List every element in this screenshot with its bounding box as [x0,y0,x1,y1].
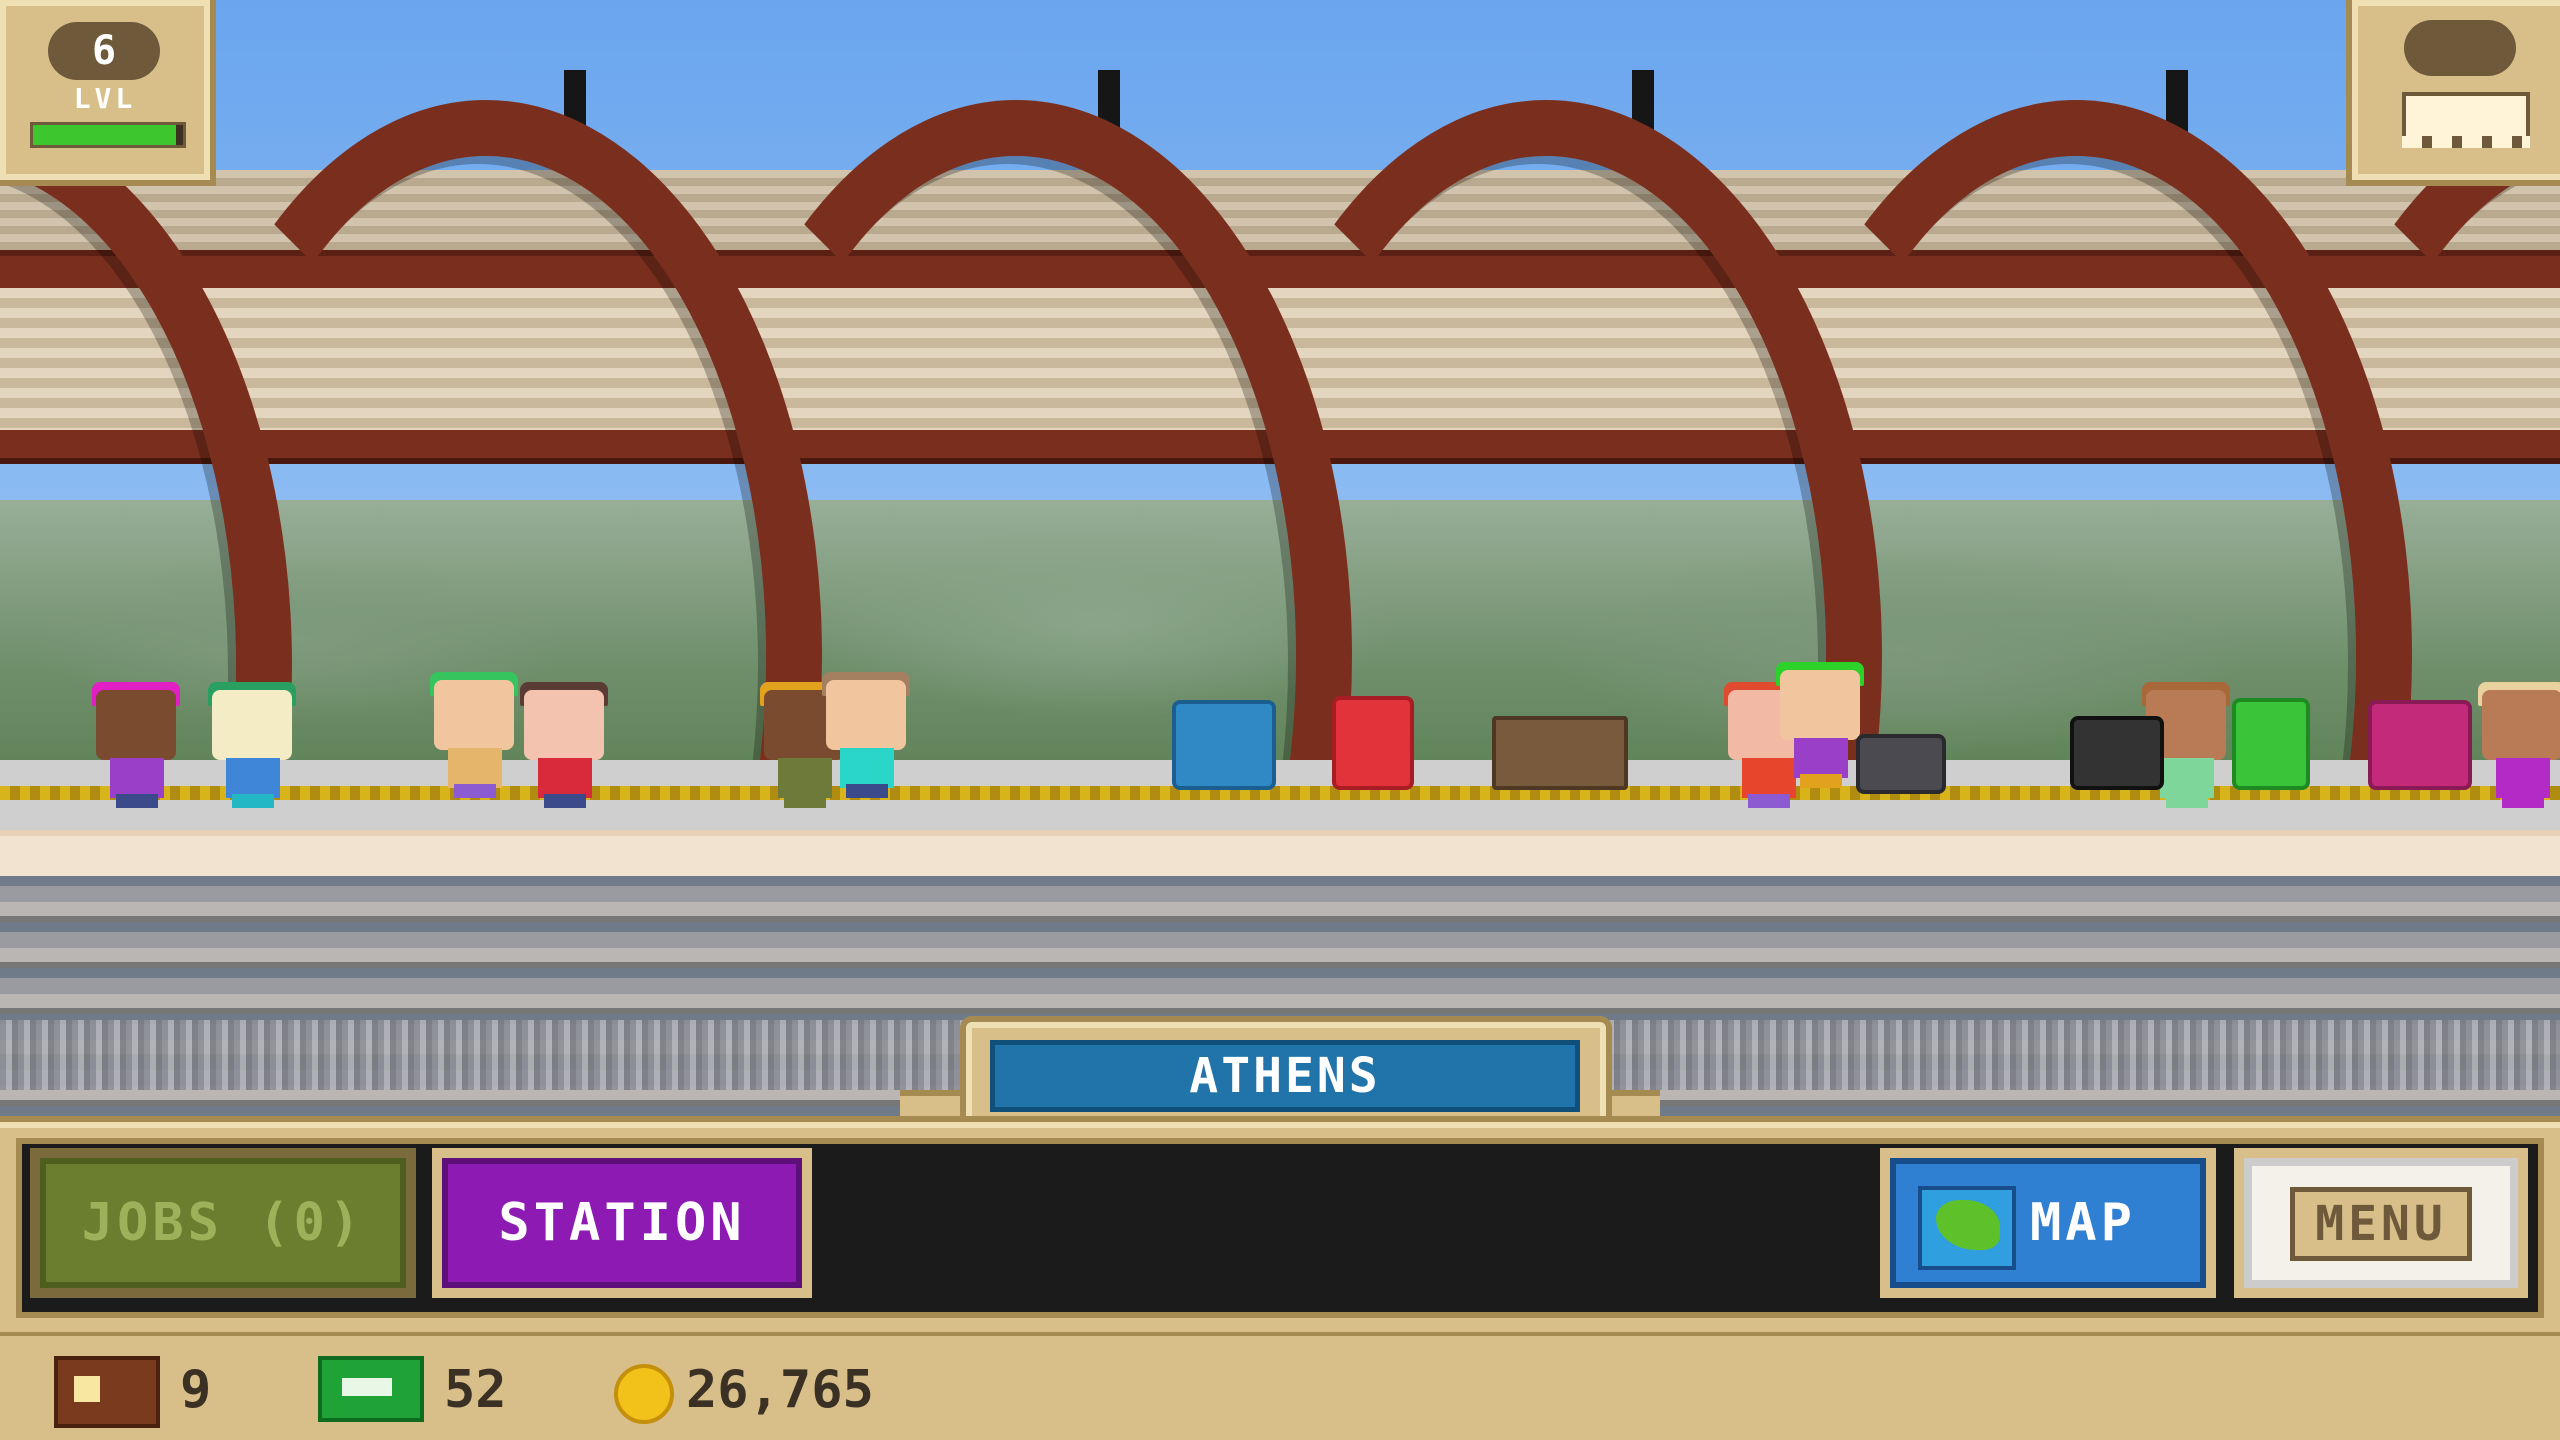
level-label: LVL [73,82,137,115]
map-button-label: MAP [2030,1193,2136,1253]
luggage-suitcase[interactable] [1332,696,1414,790]
passenger[interactable] [92,682,180,810]
platform-edge [0,830,2560,882]
station-button[interactable]: STATION [432,1148,812,1298]
luggage-bag[interactable] [1172,700,1276,790]
luggage-trunk[interactable] [1492,716,1628,790]
jobs-button[interactable]: JOBS (0) [30,1148,416,1298]
cash-icon [318,1356,424,1422]
passenger[interactable] [822,672,910,800]
city-tab: ATHENS [960,1016,1612,1122]
luggage-bag[interactable] [2368,700,2472,790]
train-button[interactable] [2346,0,2560,186]
game-scene: 6 LVL ATHENS JOBS (0) STATION MAP MENU 9 [0,0,2560,1440]
tickets-count: 9 [180,1360,212,1420]
menu-button[interactable]: MENU [2234,1148,2528,1298]
luggage-bag[interactable] [2070,716,2164,790]
level-panel: 6 LVL [0,0,216,186]
resource-bar: 9 52 26,765 [0,1332,2560,1440]
ticket-icon [54,1356,160,1428]
menu-button-label: MENU [2290,1187,2472,1261]
train-smoke-icon [2404,20,2516,76]
level-value: 6 [48,22,160,80]
level-progress-bar [30,122,186,148]
train-wheels-icon [2402,136,2530,148]
passenger[interactable] [520,682,608,810]
city-name: ATHENS [990,1040,1580,1112]
map-icon [1918,1186,2016,1270]
passenger[interactable] [1776,662,1864,790]
coins-count: 26,765 [686,1360,874,1420]
coin-icon [614,1364,674,1424]
cash-count: 52 [444,1360,507,1420]
train-icon [2402,92,2530,140]
bottom-toolbar: JOBS (0) STATION MAP MENU [0,1116,2560,1338]
passenger[interactable] [430,672,518,800]
passenger[interactable] [208,682,296,810]
luggage-briefcase[interactable] [1856,734,1946,794]
level-progress-fill [33,125,176,145]
luggage-suitcase[interactable] [2232,698,2310,790]
map-button[interactable]: MAP [1880,1148,2216,1298]
passenger[interactable] [2478,682,2560,810]
